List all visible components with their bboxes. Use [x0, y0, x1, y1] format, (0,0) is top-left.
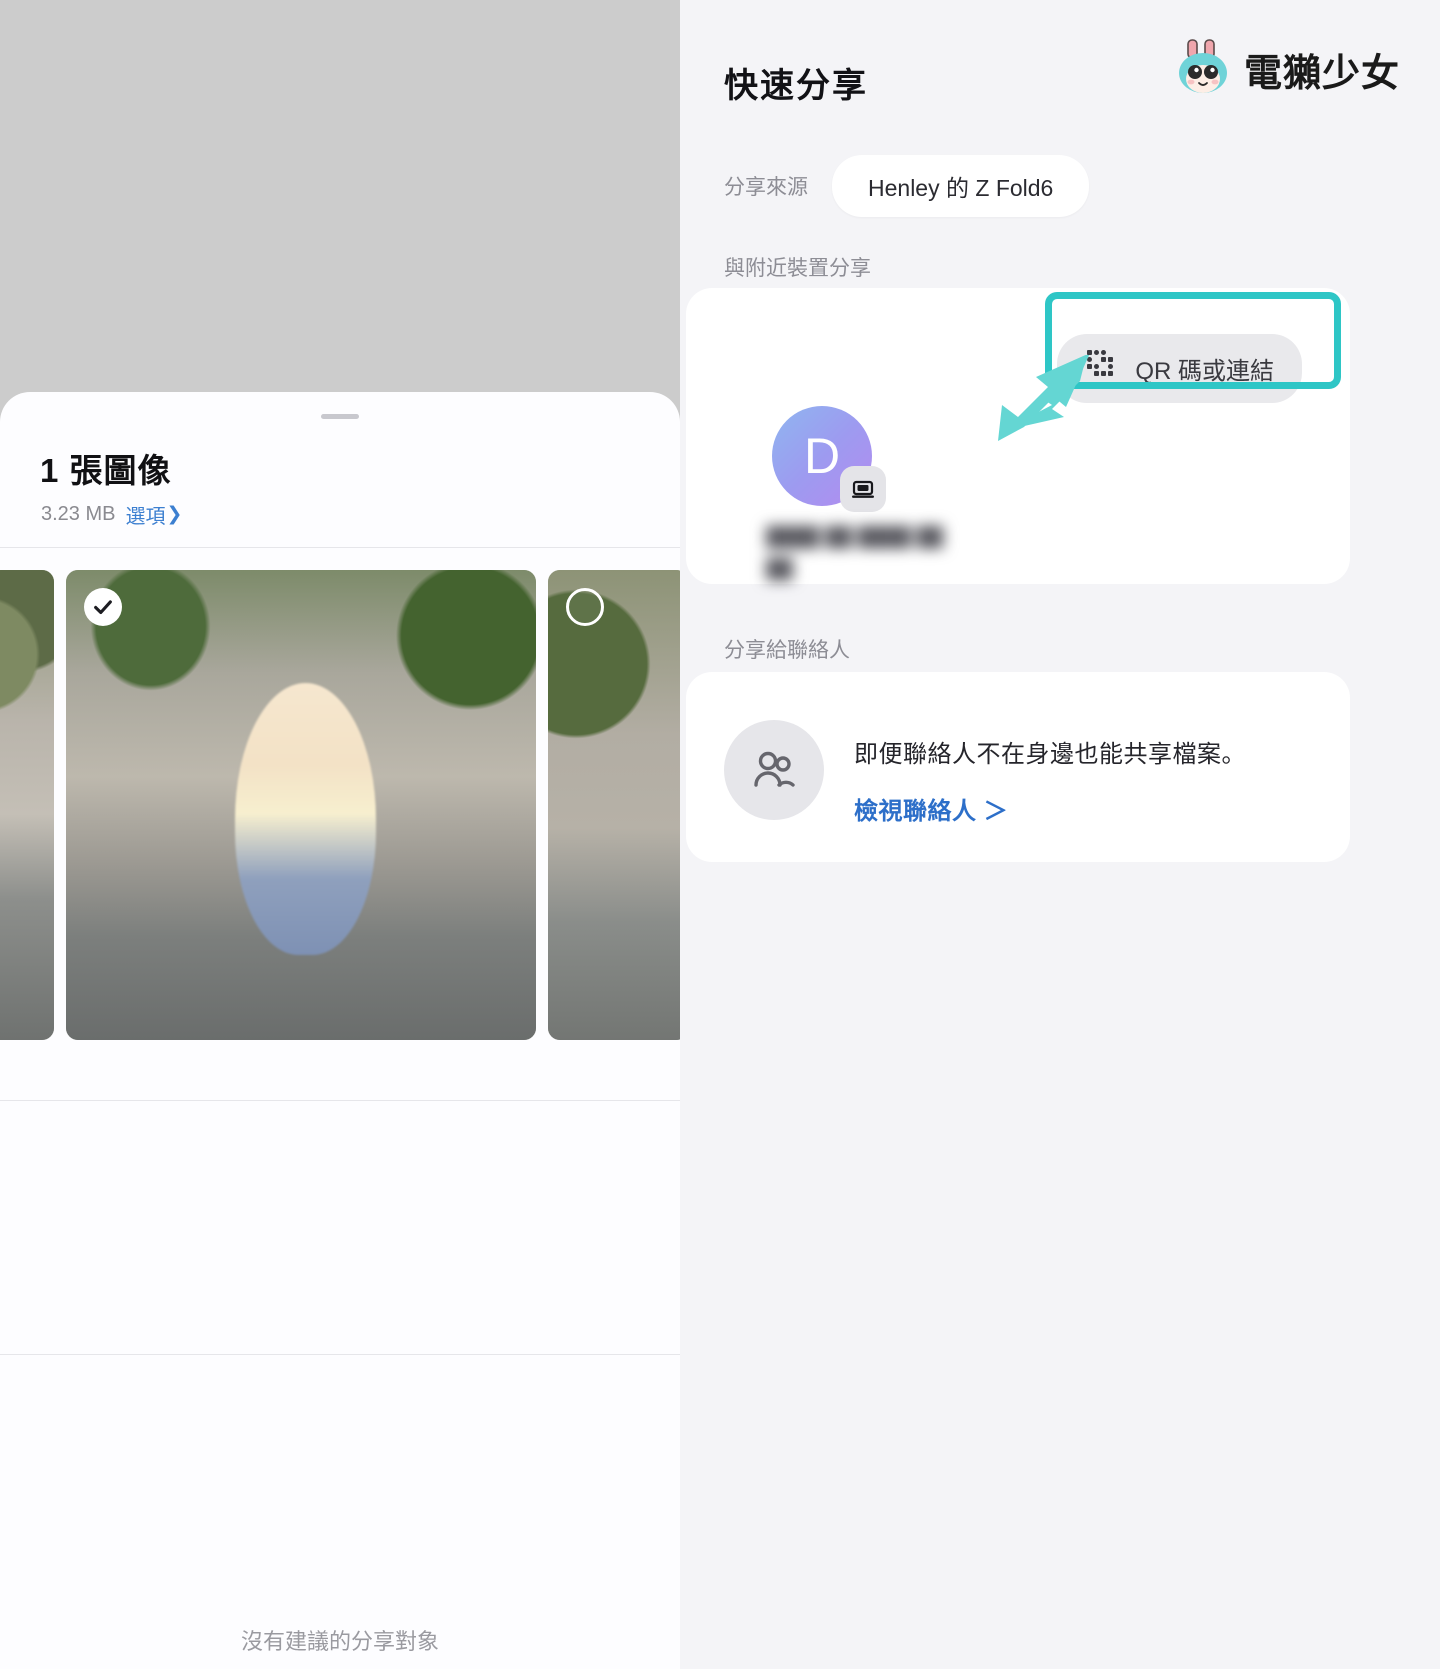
laptop-icon — [840, 466, 886, 512]
share-source-row: 分享來源 Henley 的 Z Fold6 — [724, 155, 1090, 217]
brand-watermark: 電獺少女 — [1172, 36, 1400, 103]
contacts-text-block: 即便聯絡人不在身邊也能共享檔案。 檢視聯絡人 ＞ — [854, 720, 1246, 826]
qr-code-or-link-button[interactable]: QR 碼或連結 — [1057, 334, 1302, 403]
brand-name: 電獺少女 — [1243, 53, 1400, 95]
view-contacts-link[interactable]: 檢視聯絡人 ＞ — [854, 791, 1246, 826]
photo-thumbnail-strip — [0, 570, 680, 1040]
thumb-image-3 — [548, 570, 680, 1040]
contacts-card: 即便聯絡人不在身邊也能共享檔案。 檢視聯絡人 ＞ — [686, 672, 1350, 862]
thumb-image-1 — [0, 570, 54, 1040]
mascot-logo-icon — [1172, 36, 1234, 103]
nearby-section-label: 與附近裝置分享 — [724, 257, 871, 280]
annotation-arrow-icon — [996, 353, 1092, 441]
photo-thumb-3[interactable] — [548, 570, 680, 1040]
qr-button-label: QR 碼或連結 — [1135, 358, 1274, 385]
options-label: 選項 — [125, 506, 166, 528]
share-source-label: 分享來源 — [724, 176, 808, 199]
photo-background — [0, 0, 680, 430]
source-device-chip[interactable]: Henley 的 Z Fold6 — [832, 155, 1090, 217]
nearby-device-item[interactable]: D ████ ██ ████ ████ — [766, 406, 966, 587]
contacts-row: 即便聯絡人不在身邊也能共享檔案。 檢視聯絡人 ＞ — [724, 720, 1246, 826]
contacts-section-label: 分享給聯絡人 — [724, 639, 850, 662]
contacts-description: 即便聯絡人不在身邊也能共享檔案。 — [854, 741, 1246, 768]
screenshot-root: 1 張圖像 3.23 MB 選項 ❯ 沒有建議的分享對象 快速分享 電獺少女 分… — [0, 0, 1440, 1669]
page-title: 快速分享 — [724, 67, 868, 105]
device-name-blurred: ████ ██ ████ ████ — [766, 527, 944, 581]
right-quick-share-panel: 快速分享 電獺少女 分享來源 Henley 的 Z Fold6 與附近裝置分享 … — [680, 0, 1440, 1669]
photo-thumb-1[interactable] — [0, 570, 54, 1040]
share-sheet: 1 張圖像 3.23 MB 選項 ❯ 沒有建議的分享對象 — [0, 392, 680, 1669]
device-avatar-initial: D — [803, 428, 841, 484]
checkmark-selected-icon[interactable] — [84, 588, 122, 626]
chevron-right-icon: ❯ — [166, 504, 183, 525]
divider-bottom — [0, 1354, 680, 1355]
checkmark-unselected-icon[interactable] — [566, 588, 604, 626]
photo-thumb-2[interactable] — [66, 570, 536, 1040]
selected-items-title: 1 張圖像 — [40, 452, 172, 489]
file-size-label: 3.23 MB — [41, 503, 116, 525]
people-icon — [724, 720, 824, 820]
divider-top — [0, 547, 680, 548]
file-meta-row: 3.23 MB 選項 ❯ — [41, 500, 182, 529]
left-share-sheet-panel: 1 張圖像 3.23 MB 選項 ❯ 沒有建議的分享對象 — [0, 0, 680, 1669]
divider-mid — [0, 1100, 680, 1101]
sheet-drag-handle[interactable] — [321, 414, 359, 419]
thumb-image-2 — [66, 570, 536, 1040]
device-avatar: D — [772, 406, 886, 512]
options-button[interactable]: 選項 ❯ — [125, 500, 182, 529]
no-suggested-targets-label: 沒有建議的分享對象 — [240, 1629, 439, 1654]
